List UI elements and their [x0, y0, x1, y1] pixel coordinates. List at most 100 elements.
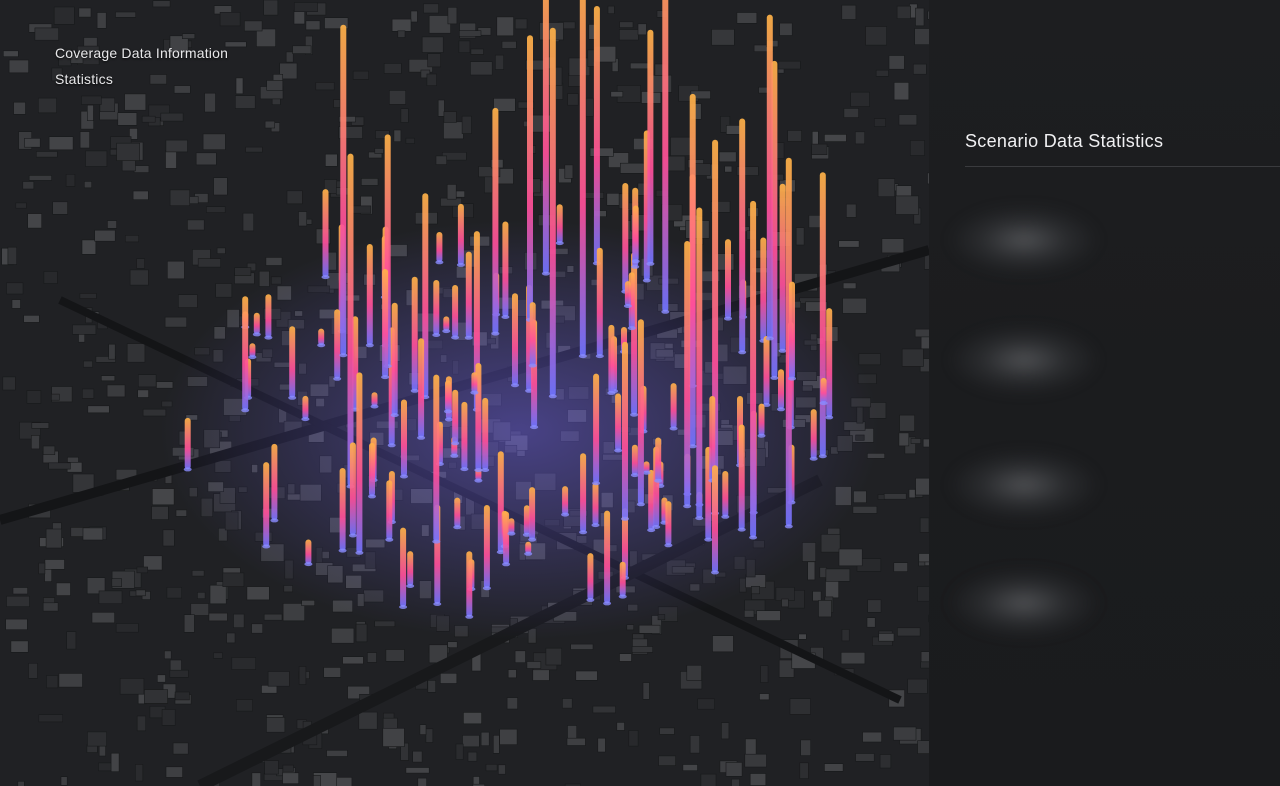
- coverage-bar-base: [482, 586, 491, 591]
- coverage-bar-base: [614, 448, 623, 453]
- building: [331, 627, 355, 644]
- coverage-bar-base: [636, 502, 645, 507]
- building: [919, 517, 929, 533]
- building: [111, 578, 123, 587]
- building: [712, 635, 734, 653]
- map-canvas[interactable]: [0, 0, 929, 786]
- coverage-bar: [433, 280, 440, 335]
- building: [99, 97, 116, 112]
- building: [174, 691, 190, 701]
- coverage-bar-base: [248, 355, 257, 360]
- coverage-bar-base: [355, 550, 364, 555]
- coverage-bar: [443, 316, 450, 332]
- building: [878, 633, 895, 642]
- building: [233, 613, 245, 628]
- coverage-bar: [502, 221, 509, 317]
- building: [618, 29, 639, 41]
- building: [585, 97, 594, 117]
- building: [22, 181, 35, 190]
- building: [15, 202, 27, 209]
- building: [731, 778, 740, 786]
- building: [6, 595, 30, 608]
- building: [245, 146, 263, 153]
- coverage-bar: [527, 35, 533, 320]
- coverage-bar-base: [288, 395, 297, 400]
- coverage-bar: [778, 369, 784, 410]
- coverage-bar: [302, 395, 309, 420]
- building: [79, 131, 90, 149]
- building: [31, 422, 50, 429]
- coverage-bar-base: [304, 562, 313, 567]
- building: [798, 633, 807, 640]
- building: [736, 12, 758, 24]
- coverage-bar-base: [432, 333, 441, 337]
- coverage-bar: [349, 442, 356, 536]
- building: [45, 528, 62, 549]
- city-3d-map[interactable]: Coverage Data Information Statistics: [0, 0, 929, 786]
- building: [242, 212, 254, 232]
- coverage-bar: [542, 0, 549, 274]
- coverage-bar: [471, 372, 478, 393]
- coverage-bar-base: [433, 602, 442, 606]
- coverage-bar-base: [406, 584, 415, 588]
- coverage-bar: [340, 24, 347, 356]
- building: [721, 722, 730, 740]
- coverage-bar: [604, 510, 611, 604]
- building: [51, 393, 60, 401]
- building: [461, 115, 472, 134]
- coverage-bar-base: [548, 394, 557, 399]
- building: [251, 772, 261, 786]
- building: [151, 506, 169, 520]
- building: [167, 260, 185, 280]
- building: [58, 673, 83, 688]
- building: [87, 405, 110, 414]
- building: [825, 578, 839, 599]
- coverage-bar: [242, 296, 249, 411]
- building: [115, 11, 137, 18]
- building: [841, 629, 850, 642]
- building: [492, 734, 500, 754]
- building: [108, 343, 116, 360]
- coverage-bar: [265, 294, 272, 338]
- building: [129, 269, 149, 286]
- building: [60, 776, 68, 786]
- building: [264, 120, 276, 129]
- building: [119, 678, 145, 695]
- building: [920, 661, 929, 669]
- coverage-bar-base: [435, 260, 444, 265]
- coverage-bar-base: [579, 530, 588, 535]
- building: [589, 147, 614, 157]
- building: [165, 139, 188, 153]
- coverage-bar-base: [450, 453, 459, 458]
- panel-divider: [965, 166, 1280, 167]
- building: [877, 178, 895, 198]
- building: [82, 527, 104, 541]
- coverage-bar-base: [654, 478, 663, 483]
- building: [435, 155, 447, 165]
- building: [187, 219, 205, 231]
- building: [458, 30, 482, 37]
- building: [132, 190, 149, 200]
- coverage-bar-base: [321, 275, 330, 280]
- building: [383, 63, 402, 74]
- coverage-bar-base: [241, 408, 250, 413]
- coverage-bar-base: [451, 441, 460, 446]
- building: [213, 177, 228, 196]
- building: [84, 181, 93, 189]
- coverage-bar: [512, 293, 518, 386]
- building: [842, 297, 867, 314]
- building: [425, 728, 434, 743]
- coverage-bar-base: [818, 454, 827, 459]
- coverage-bar: [508, 518, 515, 534]
- coverage-bar: [382, 269, 389, 378]
- building: [175, 509, 187, 517]
- coverage-bar-base: [464, 335, 473, 340]
- coverage-bar-base: [737, 527, 746, 532]
- building: [895, 195, 919, 215]
- coverage-bar-base: [333, 376, 342, 381]
- building: [374, 148, 384, 154]
- coverage-bar-base: [453, 525, 462, 530]
- coverage-bar-base: [501, 315, 510, 319]
- building: [152, 488, 175, 506]
- building: [393, 129, 402, 142]
